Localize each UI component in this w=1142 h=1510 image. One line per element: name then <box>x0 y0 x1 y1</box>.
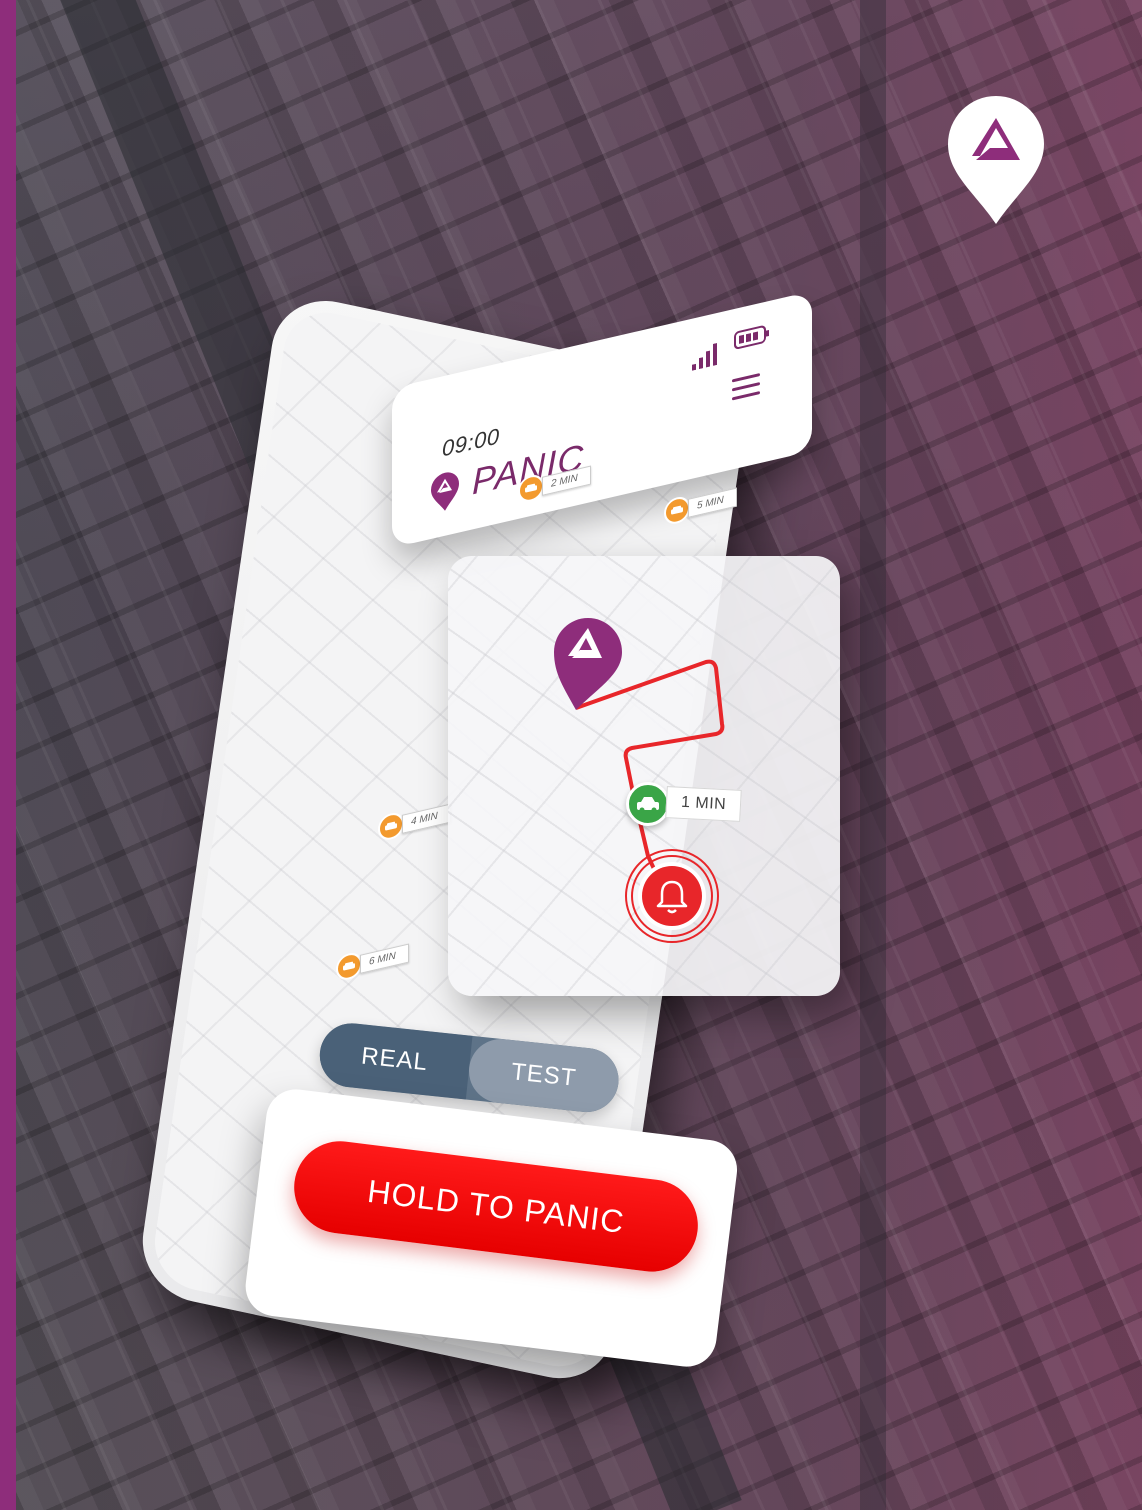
location-pin-logo-icon <box>431 472 459 511</box>
bell-alarm-icon[interactable] <box>624 848 720 944</box>
brand-location-pin-icon <box>948 96 1044 224</box>
responder-eta-badge[interactable]: 1 MIN <box>626 782 742 826</box>
signal-bars-icon <box>692 342 717 371</box>
road <box>860 0 886 1510</box>
hamburger-menu-icon[interactable] <box>730 369 762 406</box>
responder-eta-label: 1 MIN <box>665 786 742 822</box>
battery-icon <box>734 325 769 350</box>
hold-to-panic-button[interactable]: HOLD TO PANIC <box>288 1136 704 1277</box>
car-icon <box>626 782 670 826</box>
brand-side-strip <box>0 0 16 1510</box>
